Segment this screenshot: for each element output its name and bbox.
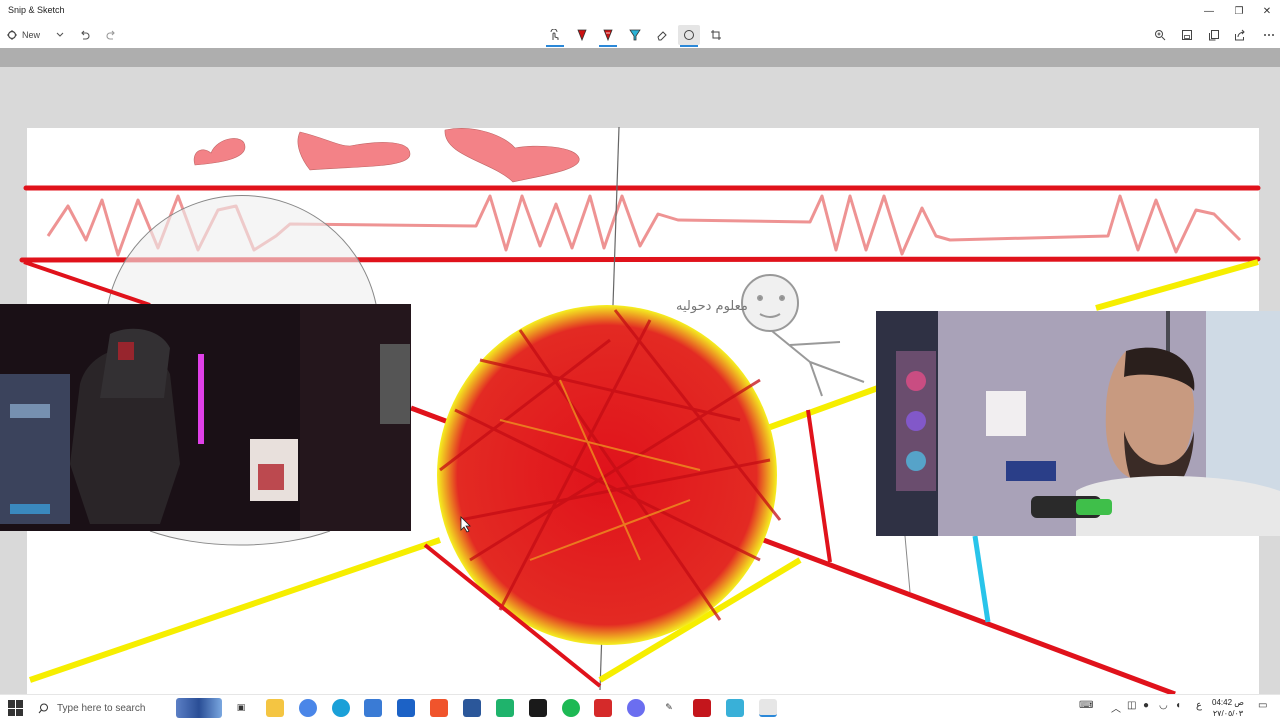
app-green-icon[interactable] (496, 699, 514, 717)
snip-sketch-icon[interactable] (759, 699, 777, 717)
store-icon[interactable] (364, 699, 382, 717)
room-camera-feed (0, 304, 411, 531)
start-button[interactable] (8, 700, 24, 716)
new-dropdown-button[interactable] (54, 25, 66, 45)
snip-and-sketch-window: Snip & Sketch — ❐ ✕ New معلوم دحوليه Typ… (0, 0, 1280, 720)
streamer-camera-feed (876, 311, 1280, 536)
mic-icon[interactable]: ● (1143, 700, 1149, 711)
file-explorer-icon[interactable] (266, 699, 284, 717)
app-screen-icon[interactable] (693, 699, 711, 717)
room-camera-overlay (0, 304, 411, 531)
notepad-icon[interactable] (726, 699, 744, 717)
taskbar-clock[interactable]: 04:42 ص ٢٧/٠٥/٠٣ (1208, 697, 1248, 719)
highlighter-icon (629, 29, 641, 41)
active-underline (546, 45, 564, 47)
mail-icon[interactable] (397, 699, 415, 717)
edge-icon[interactable] (332, 699, 350, 717)
language-indicator[interactable]: ع (1196, 700, 1202, 711)
zoom-button[interactable] (1149, 25, 1171, 45)
active-underline (599, 45, 617, 47)
pen-app-icon[interactable]: ✎ (660, 699, 678, 717)
restore-button[interactable]: ❐ (1224, 0, 1254, 22)
chevron-up-icon[interactable]: ︿ (1111, 700, 1121, 715)
close-icon: ✕ (1262, 5, 1272, 17)
search-highlight-image[interactable] (176, 698, 222, 718)
wifi-icon[interactable]: ◡ (1159, 700, 1168, 711)
new-snip-icon (7, 30, 17, 40)
chrome-icon[interactable] (299, 699, 317, 717)
chevron-down-icon (56, 32, 64, 37)
pencil-icon (603, 29, 613, 42)
spotify-icon[interactable] (562, 699, 580, 717)
minimize-icon: — (1204, 5, 1214, 17)
keyboard-icon[interactable]: ⌨ (1079, 700, 1093, 711)
clock-time: 04:42 ص (1212, 698, 1244, 707)
volume-icon[interactable]: ◖ (1175, 700, 1181, 711)
streamer-camera-overlay (876, 311, 1280, 536)
highlighter-button[interactable] (624, 25, 646, 45)
search-icon (38, 703, 48, 713)
eraser-icon (657, 31, 667, 41)
pencil-button[interactable] (597, 25, 619, 47)
canvas-top-band (0, 48, 1280, 67)
touch-writing-button[interactable] (544, 25, 566, 47)
save-icon (1182, 30, 1192, 40)
zoom-icon (1155, 30, 1166, 41)
redo-icon (106, 30, 115, 40)
windows-logo-icon (8, 700, 15, 708)
restore-icon: ❐ (1234, 5, 1244, 17)
discord-icon[interactable] (627, 699, 645, 717)
title-bar: Snip & Sketch — ❐ ✕ (0, 0, 1280, 22)
brave-icon[interactable] (430, 699, 448, 717)
taskbar: Type here to search ▣ ✎ ⌨ ︿ ◫ ● ◡ ◖ ع 04… (0, 694, 1280, 720)
ballpoint-pen-icon (577, 29, 587, 42)
eraser-button[interactable] (651, 25, 673, 45)
app-red-icon[interactable] (594, 699, 612, 717)
word-icon[interactable] (463, 699, 481, 717)
window-title: Snip & Sketch (8, 5, 65, 15)
save-button[interactable] (1176, 25, 1198, 45)
share-button[interactable] (1229, 25, 1251, 45)
more-button[interactable] (1258, 25, 1280, 45)
undo-button[interactable] (73, 25, 95, 45)
touch-writing-icon (550, 29, 559, 40)
undo-icon (80, 30, 89, 40)
protractor-icon (684, 30, 694, 40)
task-view-icon[interactable]: ▣ (232, 699, 250, 717)
search-placeholder: Type here to search (57, 702, 146, 714)
toolbar: New (0, 22, 1280, 48)
notification-icon[interactable]: ▭ (1258, 700, 1267, 711)
app-razer-icon[interactable] (529, 699, 547, 717)
copy-icon (1209, 30, 1219, 41)
clock-date: ٢٧/٠٥/٠٣ (1212, 709, 1244, 718)
more-icon (1264, 34, 1274, 36)
minimize-button[interactable]: — (1194, 0, 1224, 22)
new-label: New (22, 30, 41, 40)
network-icon[interactable]: ◫ (1127, 700, 1136, 711)
ballpoint-pen-button[interactable] (571, 25, 593, 45)
copy-button[interactable] (1203, 25, 1225, 45)
crop-icon (711, 30, 721, 40)
protractor-button[interactable] (678, 25, 700, 47)
active-underline (680, 45, 698, 47)
share-icon (1235, 29, 1245, 41)
close-button[interactable]: ✕ (1252, 0, 1280, 22)
redo-button[interactable] (100, 25, 122, 45)
taskbar-search-box[interactable]: Type here to search (32, 697, 168, 719)
crop-button[interactable] (705, 25, 727, 45)
